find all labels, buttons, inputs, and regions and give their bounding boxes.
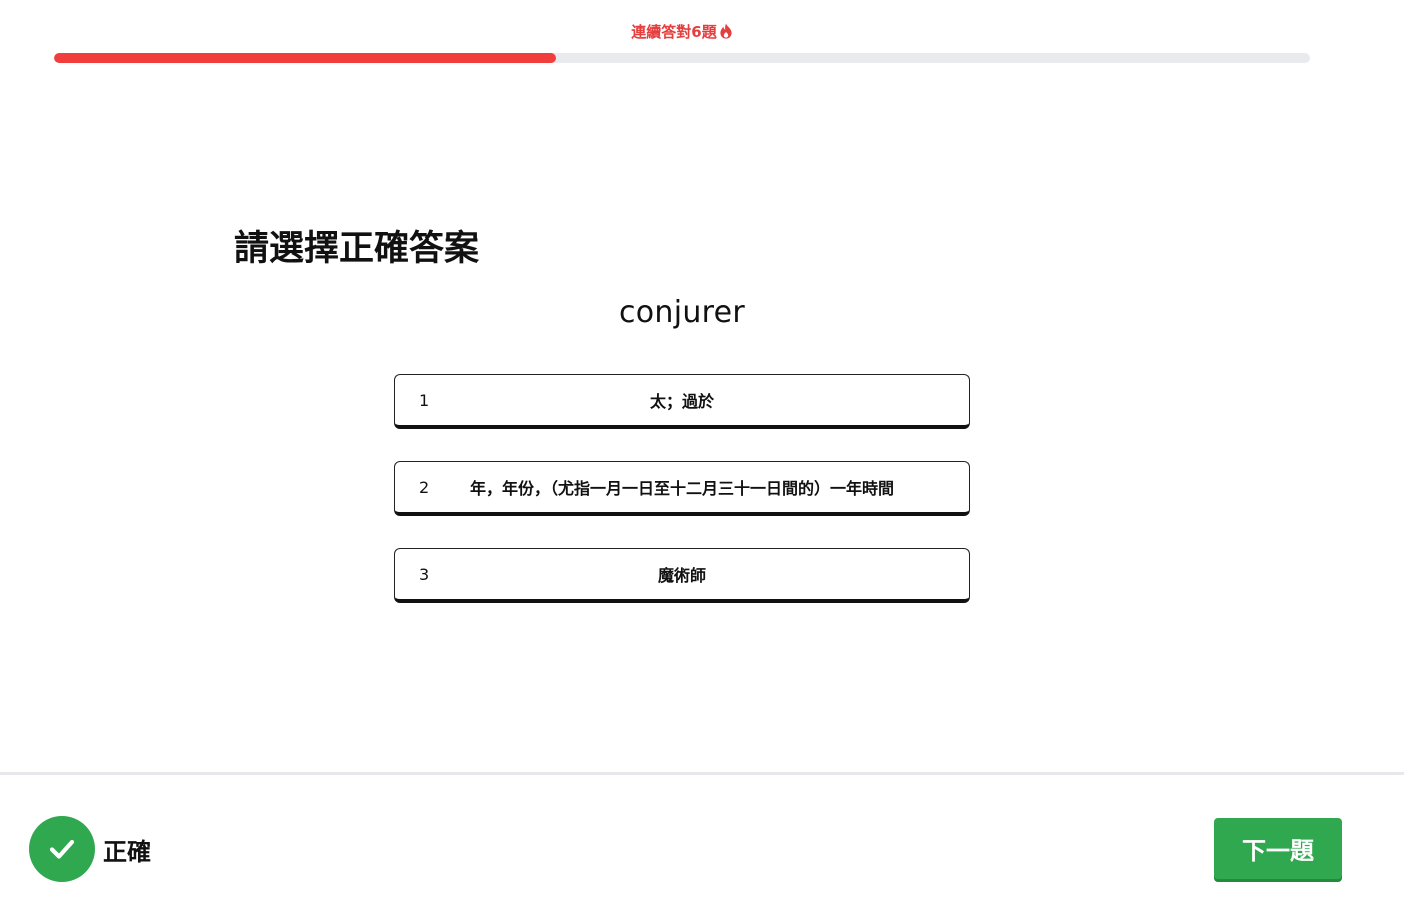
option-number: 3	[419, 564, 430, 584]
vocabulary-word: conjurer	[618, 295, 746, 330]
option-text: 魔術師	[657, 566, 706, 585]
answer-option-3[interactable]: 3 魔術師	[394, 548, 970, 603]
answer-option-2[interactable]: 2 年，年份，（尤指一月一日至十二月三十一日間的）一年時間	[394, 461, 970, 516]
progress-fill	[54, 53, 557, 63]
result-label: 正確	[103, 837, 151, 866]
option-text: 太；過於	[649, 392, 714, 411]
fire-icon	[719, 23, 733, 45]
option-text: 年，年份，（尤指一月一日至十二月三十一日間的）一年時間	[469, 479, 894, 498]
progress-bar	[54, 53, 1310, 63]
checkmark-icon	[29, 816, 95, 882]
option-number: 2	[419, 477, 430, 497]
next-question-button[interactable]: 下一題	[1214, 818, 1342, 879]
option-number: 1	[419, 390, 430, 410]
footer-divider	[0, 772, 1404, 775]
answer-option-1[interactable]: 1 太；過於	[394, 374, 970, 429]
streak-counter: 連續答對6題	[54, 21, 1310, 43]
streak-label: 連續答對6題	[631, 23, 717, 41]
result-feedback: 正確	[29, 816, 151, 882]
question-prompt: 請選擇正確答案	[234, 229, 480, 269]
